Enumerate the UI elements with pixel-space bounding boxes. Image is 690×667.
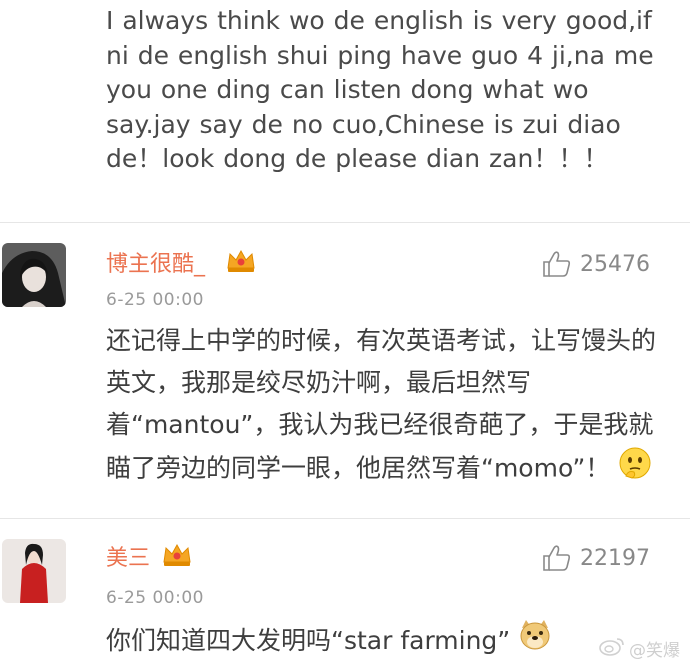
comment-text: 还记得上中学的时候，有次英语考试，让写馒头的英文，我那是绞尽奶汁啊，最后坦然写着… <box>106 320 666 493</box>
thumbs-up-icon <box>543 545 571 571</box>
like-count: 22197 <box>580 545 650 571</box>
like-button[interactable]: 22197 <box>542 544 650 572</box>
comment-item: 美三 22197 6-25 00:00 你们知道四大发明吗“star farmi… <box>0 518 690 667</box>
timestamp: 6-25 00:00 <box>106 290 204 310</box>
comment-item: 博主很酷_ 25476 6-25 00:00 还记得上中学的时候，有次英语考试，… <box>0 222 690 518</box>
like-count: 25476 <box>580 251 650 277</box>
doge-emoji <box>518 618 552 666</box>
watermark-text: @笑爆 <box>629 641 680 661</box>
username[interactable]: 美三 <box>106 540 150 572</box>
thumbs-up-icon <box>543 251 571 277</box>
comment-text: 你们知道四大发明吗“star farming” <box>106 618 666 666</box>
avatar[interactable] <box>2 539 66 603</box>
watermark: @笑爆 <box>599 636 680 661</box>
thinking-face-emoji <box>618 446 652 493</box>
comment-text-body: 还记得上中学的时候，有次英语考试，让写馒头的英文，我那是绞尽奶汁啊，最后坦然写着… <box>106 326 657 483</box>
post-text: I always think wo de english is very goo… <box>106 6 654 173</box>
weibo-logo-icon <box>599 636 625 661</box>
timestamp: 6-25 00:00 <box>106 588 204 608</box>
like-button[interactable]: 25476 <box>542 250 650 278</box>
avatar[interactable] <box>2 243 66 307</box>
vip-crown-icon <box>226 248 256 274</box>
comment-text-body: 你们知道四大发明吗“star farming” <box>106 626 511 655</box>
username[interactable]: 博主很酷_ <box>106 246 205 278</box>
vip-crown-icon <box>162 542 192 568</box>
